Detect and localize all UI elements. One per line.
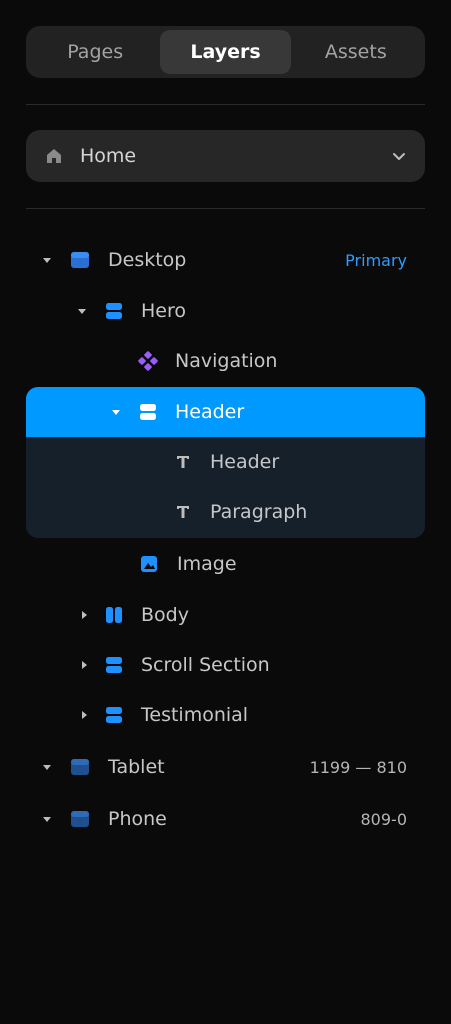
layer-label: Phone bbox=[108, 808, 167, 830]
layer-image[interactable]: Image bbox=[26, 539, 425, 589]
stack-icon bbox=[138, 402, 158, 422]
caret-down-icon[interactable] bbox=[42, 255, 52, 265]
breakpoint-badge: Primary bbox=[345, 250, 407, 270]
layer-label: Testimonial bbox=[141, 704, 249, 726]
frame-icon bbox=[70, 250, 90, 270]
stack-icon bbox=[104, 655, 124, 675]
layer-label: Desktop bbox=[108, 249, 187, 271]
stack-icon bbox=[104, 705, 124, 725]
layer-scroll-section[interactable]: Scroll Section bbox=[26, 640, 425, 690]
tab-layers[interactable]: Layers bbox=[160, 30, 291, 74]
layer-label: Header bbox=[210, 451, 280, 473]
image-icon bbox=[139, 554, 159, 574]
layer-paragraph[interactable]: Paragraph bbox=[26, 487, 425, 537]
caret-down-icon[interactable] bbox=[42, 762, 52, 772]
panel-tabs: Pages Layers Assets bbox=[26, 26, 425, 78]
layer-label: Paragraph bbox=[210, 501, 308, 523]
caret-down-icon[interactable] bbox=[42, 814, 52, 824]
layer-header-selected[interactable]: Header bbox=[26, 387, 425, 437]
page-selector[interactable]: Home bbox=[26, 130, 425, 182]
layer-header-text[interactable]: Header bbox=[26, 437, 425, 487]
layer-label: Header bbox=[175, 401, 245, 423]
layer-tablet[interactable]: Tablet 1199 — 810 bbox=[26, 742, 425, 792]
layer-phone[interactable]: Phone 809-0 bbox=[26, 794, 425, 844]
layer-label: Body bbox=[141, 604, 189, 626]
layer-label: Navigation bbox=[175, 350, 278, 372]
home-icon bbox=[44, 146, 64, 166]
caret-right-icon[interactable] bbox=[79, 660, 89, 670]
component-icon bbox=[138, 351, 158, 371]
layer-navigation[interactable]: Navigation bbox=[26, 336, 425, 386]
caret-right-icon[interactable] bbox=[79, 610, 89, 620]
frame-icon bbox=[70, 757, 90, 777]
layer-testimonial[interactable]: Testimonial bbox=[26, 690, 425, 740]
layer-label: Tablet bbox=[108, 756, 165, 778]
divider bbox=[26, 104, 425, 105]
text-icon bbox=[173, 452, 193, 472]
layer-label: Image bbox=[177, 553, 237, 575]
caret-right-icon[interactable] bbox=[79, 710, 89, 720]
breakpoint-range: 809-0 bbox=[360, 809, 408, 829]
layer-desktop[interactable]: Desktop Primary bbox=[26, 235, 425, 285]
layer-label: Scroll Section bbox=[141, 654, 270, 676]
divider bbox=[26, 208, 425, 209]
text-icon bbox=[173, 502, 193, 522]
page-selector-label: Home bbox=[80, 145, 137, 167]
breakpoint-range: 1199 — 810 bbox=[309, 757, 407, 777]
caret-down-icon[interactable] bbox=[111, 407, 121, 417]
chevron-down-icon bbox=[391, 148, 407, 164]
layer-body[interactable]: Body bbox=[26, 590, 425, 640]
columns-icon bbox=[104, 605, 124, 625]
stack-icon bbox=[104, 301, 124, 321]
tab-assets[interactable]: Assets bbox=[291, 30, 421, 74]
layer-label: Hero bbox=[141, 300, 186, 322]
caret-down-icon[interactable] bbox=[77, 306, 87, 316]
frame-icon bbox=[70, 809, 90, 829]
layer-hero[interactable]: Hero bbox=[26, 286, 425, 336]
tab-pages[interactable]: Pages bbox=[30, 30, 160, 74]
